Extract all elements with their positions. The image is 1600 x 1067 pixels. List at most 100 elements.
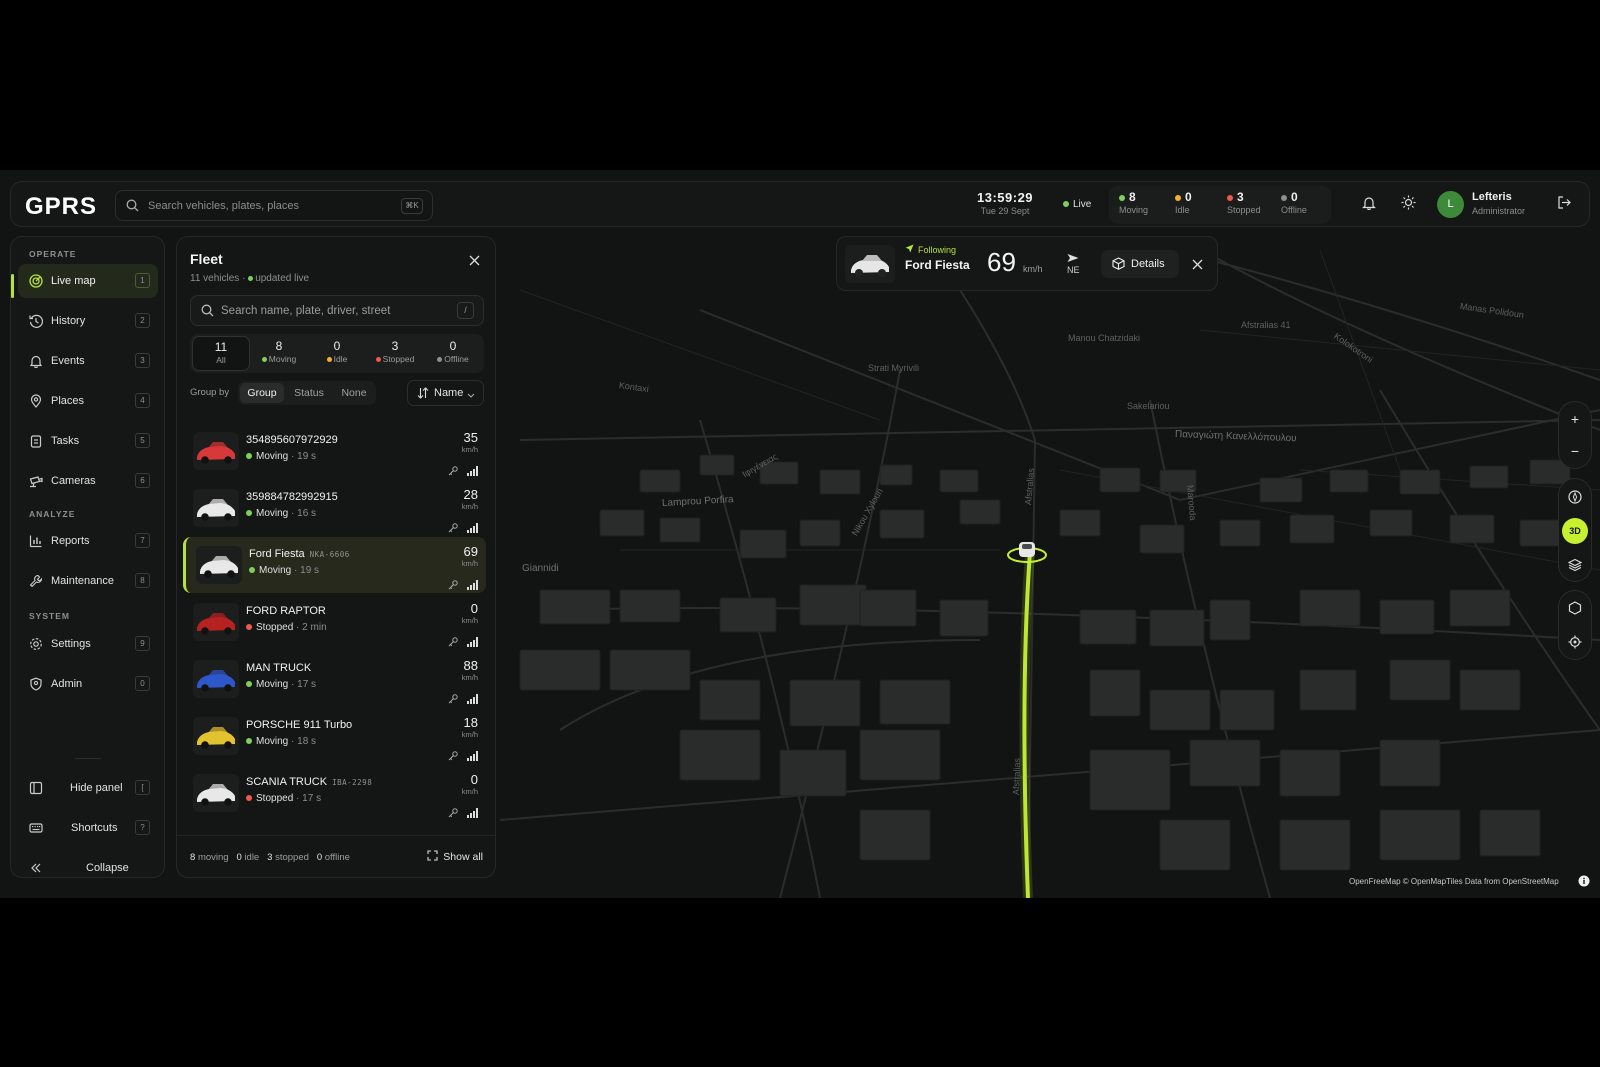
vehicle-indicators [448,577,478,595]
vehicle-indicators [448,520,478,538]
tab-idle[interactable]: 0 Idle [308,336,366,371]
sidebar-item-cameras[interactable]: Cameras 6 [18,464,158,498]
fleet-search-input[interactable]: Search name, plate, driver, street / [190,295,484,326]
following-label: Following [918,245,957,255]
geofence-button[interactable] [1562,595,1588,621]
tab-stopped[interactable]: 3 Stopped [366,336,424,371]
building [1399,469,1441,495]
tab-label: Moving [268,354,297,364]
building [959,499,1001,525]
zoom-in-button[interactable]: + [1562,406,1588,432]
details-button[interactable]: Details [1101,250,1179,278]
logout-icon[interactable] [1557,195,1572,215]
sidebar-item-history[interactable]: History 2 [18,304,158,338]
clipboard-icon [29,434,43,453]
building [1139,524,1185,554]
map-label: Sakelariou [1127,401,1170,411]
status-dot-icon [326,357,332,363]
shortcuts-button[interactable]: Shortcuts ? [18,811,158,845]
signal-strength-icon [467,577,478,594]
sidebar-item-live-map[interactable]: Live map 1 [18,264,158,298]
key-icon [448,748,463,765]
followed-speed: 69 [987,247,1016,277]
close-icon[interactable] [1192,257,1203,275]
sidebar-item-places[interactable]: Places 4 [18,384,158,418]
sort-dropdown[interactable]: Name [407,380,484,406]
last-update: 2 min [302,622,327,633]
vehicle-row[interactable]: 354895607972929 Moving · 19 s 35 km/h [183,423,486,479]
sidebar-item-admin[interactable]: Admin 0 [18,667,158,701]
vehicle-row[interactable]: SCANIA TRUCK IBA-2298 Stopped · 17 s 0 km/… [183,765,486,821]
locate-me-button[interactable] [1562,629,1588,655]
building [699,454,735,476]
building [1389,659,1451,701]
sidebar-item-maintenance[interactable]: Maintenance 8 [18,564,158,598]
theme-sun-icon[interactable] [1401,195,1416,215]
tab-all[interactable]: 11 All [192,336,250,371]
user-role: Administrator [1472,206,1526,216]
vehicle-row[interactable]: Ford Fiesta NKA-6606 Moving · 19 s 69 km/h [183,537,486,593]
building [1449,589,1511,627]
hide-panel-button[interactable]: Hide panel [ [18,771,158,805]
stat-count: 0 [1185,190,1192,204]
building [599,509,645,537]
bell-icon [29,354,43,373]
notifications-bell-icon[interactable] [1362,195,1376,215]
collapse-sidebar-button[interactable]: Collapse [18,851,158,885]
sidebar-item-settings[interactable]: Settings 9 [18,627,158,661]
avatar[interactable]: L [1437,191,1464,218]
tab-moving[interactable]: 8 Moving [250,336,308,371]
zoom-out-button[interactable]: − [1562,438,1588,464]
map-attribution[interactable]: OpenFreeMap © OpenMapTiles Data from Ope… [1349,877,1559,886]
building [1159,819,1231,871]
tab-offline[interactable]: 0 Offline [424,336,482,371]
vehicle-speed: 18 km/h [462,715,478,739]
building [879,464,913,486]
vehicle-row[interactable]: 359884782992915 Moving · 16 s 28 km/h [183,480,486,536]
vehicle-thumbnail [193,717,239,755]
sidebar-item-reports[interactable]: Reports 7 [18,524,158,558]
stat-label: Stopped [1227,205,1261,215]
shortcut-badge: 4 [135,393,150,408]
footer-count: 0 [316,852,323,863]
tab-count: 8 [275,339,283,353]
sidebar-item-tasks[interactable]: Tasks 5 [18,424,158,458]
details-label: Details [1131,258,1165,270]
sidebar-item-label: Events [51,355,85,367]
group-option-group[interactable]: Group [240,383,284,403]
status-dot-icon [246,681,252,688]
stat-idle[interactable]: 0 Idle [1175,190,1192,215]
vehicle-row[interactable]: PORSCHE 911 Turbo Moving · 18 s 18 km/h [183,708,486,764]
pin-icon [29,394,43,413]
compass-button[interactable] [1562,484,1588,510]
group-option-status[interactable]: Status [286,383,332,403]
building [619,589,681,623]
stat-label: Moving [1119,205,1149,215]
sidebar-item-events[interactable]: Events 3 [18,344,158,378]
toggle-3d-button[interactable]: 3D [1562,518,1588,544]
building [1259,477,1303,503]
vehicle-name: 359884782992915 [246,491,338,503]
app-logo[interactable]: GPRS [25,193,97,221]
building [679,729,761,781]
group-option-none[interactable]: None [334,383,374,403]
speed-value: 0 [470,601,478,616]
camera-icon [29,474,43,493]
sidebar-item-label: Admin [51,678,83,690]
close-panel-icon[interactable] [469,253,480,271]
signal-strength-icon [467,520,478,537]
stat-stopped[interactable]: 3 Stopped [1227,190,1261,215]
tab-count: 0 [449,339,457,353]
stat-moving[interactable]: 8 Moving [1119,190,1148,215]
stat-offline[interactable]: 0 Offline [1281,190,1307,215]
building [879,679,951,725]
layers-button[interactable] [1562,552,1588,578]
vehicle-row[interactable]: MAN TRUCK Moving · 17 s 88 km/h [183,651,486,707]
view-controls: 3D [1558,478,1592,582]
vehicle-row[interactable]: FORD RAPTOR Stopped · 2 min 0 km/h [183,594,486,650]
heading-indicator: NE [1067,253,1080,275]
status-dot-icon [246,453,252,460]
status-dot-icon [1119,194,1125,201]
show-all-button[interactable]: Show all [427,850,483,863]
global-search-input[interactable]: Search vehicles, plates, places ⌘K [115,190,433,221]
